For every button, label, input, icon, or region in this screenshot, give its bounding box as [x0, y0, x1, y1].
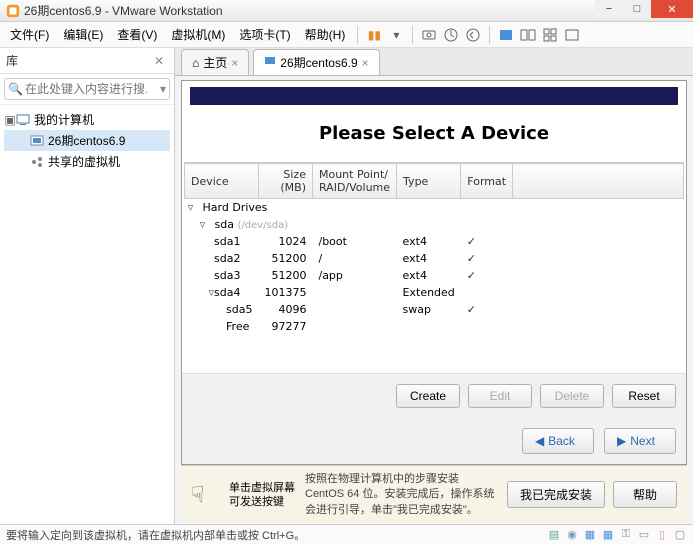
vm-tab-icon	[264, 55, 276, 70]
back-button[interactable]: ◀Back	[522, 428, 594, 454]
tree-my-computer[interactable]: ▣ 我的计算机	[4, 109, 170, 130]
menu-help[interactable]: 帮助(H)	[299, 23, 352, 46]
home-icon: ⌂	[192, 56, 199, 70]
stretch-button[interactable]	[562, 25, 582, 45]
floppy-icon[interactable]: ▦	[583, 528, 597, 542]
usb-icon[interactable]: ⚿	[619, 528, 633, 542]
unity-button[interactable]	[518, 25, 538, 45]
tree-shared-vms[interactable]: 共享的虚拟机	[4, 151, 170, 172]
printer-icon[interactable]: ▭	[637, 528, 651, 542]
snapshot-button[interactable]	[419, 25, 439, 45]
vm-pause-button[interactable]: ▮▮	[364, 25, 384, 45]
row-sda[interactable]: ▿sda (/dev/sda)	[185, 216, 684, 233]
arrow-left-icon: ◀	[535, 434, 544, 448]
menu-bar: 文件(F) 编辑(E) 查看(V) 虚拟机(M) 选项卡(T) 帮助(H) ▮▮…	[0, 22, 693, 48]
window-maximize-button[interactable]: □	[623, 0, 651, 18]
partition-row[interactable]: sda351200/appext4	[185, 267, 684, 284]
col-format[interactable]: Format	[461, 164, 513, 199]
search-icon: 🔍	[8, 82, 23, 96]
vm-icon	[30, 134, 44, 148]
app-icon	[6, 4, 20, 18]
reset-button[interactable]: Reset	[612, 384, 676, 408]
menu-tabs[interactable]: 选项卡(T)	[233, 23, 296, 46]
menu-edit[interactable]: 编辑(E)	[57, 23, 109, 46]
tab-home-close[interactable]: ×	[231, 56, 238, 70]
hint-line1: 单击虚拟屏幕	[229, 481, 295, 495]
partition-row[interactable]: sda11024/bootext4	[185, 233, 684, 250]
install-done-button[interactable]: 我已完成安装	[507, 481, 605, 508]
installer-heading: Please Select A Device	[182, 105, 686, 162]
partition-row[interactable]: sda54096swap	[185, 301, 684, 318]
install-help-button[interactable]: 帮助	[613, 481, 677, 508]
shared-icon	[30, 155, 44, 169]
window-close-button[interactable]: ✕	[651, 0, 693, 18]
status-bar: 要将输入定向到该虚拟机，请在虚拟机内部单击或按 Ctrl+G。 ▤ ◉ ▦ ▦ …	[0, 524, 693, 544]
status-message: 要将输入定向到该虚拟机，请在虚拟机内部单击或按 Ctrl+G。	[6, 527, 305, 543]
library-tree: ▣ 我的计算机 26期centos6.9 共享的虚拟机	[0, 105, 174, 176]
window-title: 26期centos6.9 - VMware Workstation	[24, 2, 687, 19]
revert-button[interactable]	[463, 25, 483, 45]
col-size[interactable]: Size (MB)	[258, 164, 312, 199]
tab-vm[interactable]: 26期centos6.9 ×	[253, 49, 379, 75]
col-device[interactable]: Device	[185, 164, 259, 199]
col-mount[interactable]: Mount Point/ RAID/Volume	[312, 164, 396, 199]
partition-table: Device Size (MB) Mount Point/ RAID/Volum…	[184, 163, 684, 335]
next-button[interactable]: ▶Next	[604, 428, 676, 454]
hdd-icon[interactable]: ▤	[547, 528, 561, 542]
partition-row[interactable]: ▿sda4101375Extended	[185, 284, 684, 301]
menu-vm[interactable]: 虚拟机(M)	[165, 23, 231, 46]
fullscreen-button[interactable]	[496, 25, 516, 45]
display-icon[interactable]: ▢	[673, 528, 687, 542]
hint-line2: 可发送按键	[229, 495, 295, 509]
partition-button-row: Create Edit Delete Reset	[182, 373, 686, 418]
delete-button: Delete	[540, 384, 604, 408]
cd-icon[interactable]: ◉	[565, 528, 579, 542]
library-sidebar: 库 ✕ 🔍 ▾ ▣ 我的计算机 26期centos6.9 共享的虚拟机	[0, 48, 175, 524]
install-hint-bar: ☟ 单击虚拟屏幕 可发送按键 按照在物理计算机中的步骤安装 CentOS 64 …	[181, 465, 687, 524]
sidebar-close-button[interactable]: ✕	[150, 54, 168, 68]
tab-home[interactable]: ⌂ 主页 ×	[181, 49, 249, 75]
thumbnail-button[interactable]	[540, 25, 560, 45]
hint-message: 按照在物理计算机中的步骤安装 CentOS 64 位。安装完成后，操作系统会进行…	[305, 472, 497, 518]
computer-icon	[16, 113, 30, 127]
menu-file[interactable]: 文件(F)	[4, 23, 55, 46]
nav-button-row: ◀Back ▶Next	[182, 418, 686, 464]
sidebar-title: 库	[6, 52, 18, 69]
vm-power-dropdown[interactable]: ▾	[386, 25, 406, 45]
search-dropdown-icon[interactable]: ▾	[160, 82, 166, 96]
mouse-click-icon: ☟	[191, 482, 219, 508]
partition-row[interactable]: sda251200/ext4	[185, 250, 684, 267]
menu-view[interactable]: 查看(V)	[111, 23, 163, 46]
sound-icon[interactable]: ▯	[655, 528, 669, 542]
status-device-icons: ▤ ◉ ▦ ▦ ⚿ ▭ ▯ ▢	[547, 528, 687, 542]
tab-vm-close[interactable]: ×	[362, 56, 369, 70]
window-titlebar: 26期centos6.9 - VMware Workstation − □ ✕	[0, 0, 693, 22]
tab-bar: ⌂ 主页 × 26期centos6.9 ×	[175, 48, 693, 76]
nic-icon[interactable]: ▦	[601, 528, 615, 542]
vm-screen[interactable]: Please Select A Device Device Size (MB) …	[181, 80, 687, 465]
window-minimize-button[interactable]: −	[595, 0, 623, 18]
snapshot-manager-button[interactable]	[441, 25, 461, 45]
create-button[interactable]: Create	[396, 384, 460, 408]
edit-button: Edit	[468, 384, 532, 408]
row-hard-drives[interactable]: ▿Hard Drives	[185, 199, 684, 217]
tree-vm-item[interactable]: 26期centos6.9	[4, 130, 170, 151]
library-search-input[interactable]	[4, 78, 170, 100]
col-type[interactable]: Type	[397, 164, 461, 199]
installer-top-banner	[190, 87, 678, 105]
partition-row[interactable]: Free97277	[185, 318, 684, 335]
arrow-right-icon: ▶	[617, 434, 626, 448]
